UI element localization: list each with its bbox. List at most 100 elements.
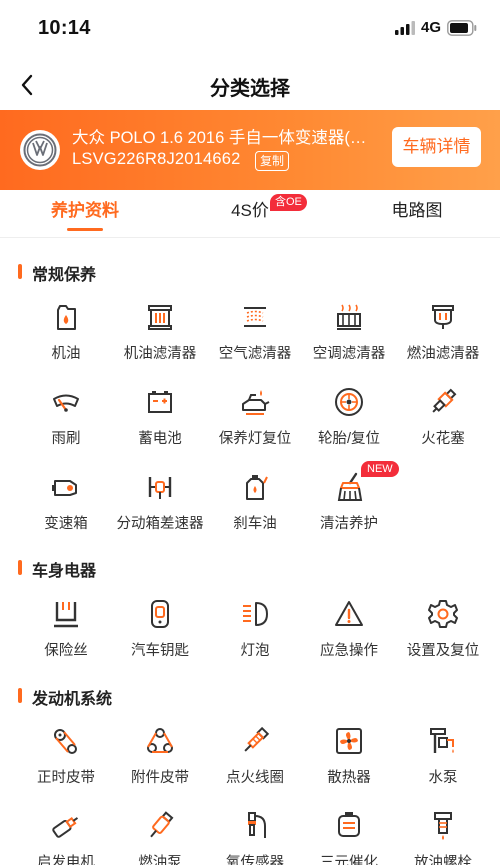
grid-item-label: 刹车油: [233, 516, 277, 532]
grid-item-oil-filter[interactable]: 机油滤清器: [110, 301, 210, 373]
grid-item-brake-fluid[interactable]: 刹车油: [205, 471, 305, 543]
grid-item-label: 汽车钥匙: [131, 643, 189, 659]
grid-item-bulb[interactable]: 灯泡: [205, 598, 305, 670]
grid-item-label: 氧传感器: [226, 855, 284, 865]
oxygen-sensor-icon: [248, 812, 266, 838]
oil-filter-icon: [148, 305, 172, 330]
tab-bar: 养护资料 4S价 电路图: [0, 190, 500, 238]
grid-item-differential[interactable]: 分动箱差速器: [110, 471, 210, 543]
tab-active-indicator: [67, 228, 103, 231]
catalytic-converter-icon: [338, 812, 360, 837]
wiper-icon: [53, 394, 79, 412]
grid-item-label: 灯泡: [240, 643, 270, 659]
grid-item-spark-plug[interactable]: 火花塞: [393, 386, 493, 458]
grid-item-radiator[interactable]: 散热器: [299, 725, 399, 797]
grid-item-air-filter[interactable]: 空气滤清器: [205, 301, 305, 373]
timing-belt-icon: [54, 729, 77, 754]
grid-item-gearbox[interactable]: 变速箱: [16, 471, 116, 543]
headlight-icon: [243, 602, 268, 626]
grid-item-car-key[interactable]: 汽车钥匙: [110, 598, 210, 670]
page-title: 分类选择: [210, 78, 290, 100]
grid-item-label: 保险丝: [44, 643, 88, 659]
network-type: 4G: [421, 19, 442, 36]
grid-item-fuel-filter[interactable]: 燃油滤清器: [393, 301, 493, 373]
drain-plug-icon: [434, 812, 452, 840]
differential-icon: [148, 477, 172, 499]
grid-item-fuse[interactable]: 保险丝: [16, 598, 116, 670]
ac-filter-icon: [337, 304, 361, 330]
grid-item-label: 正时皮带: [37, 770, 95, 786]
grid-item-tire[interactable]: 轮胎/复位: [299, 386, 399, 458]
settings-gear-icon: [428, 600, 458, 628]
grid-item-label: 空气滤清器: [218, 346, 292, 362]
grid-item-label: 保养灯复位: [218, 431, 292, 447]
grid-item-label: 机油: [51, 346, 81, 362]
grid-item-label: 散热器: [327, 770, 371, 786]
battery-icon: [148, 391, 172, 413]
water-pump-icon: [430, 728, 454, 753]
vw-logo: [20, 130, 60, 170]
fuel-filter-icon: [432, 305, 454, 329]
grid-item-settings[interactable]: 设置及复位: [393, 598, 493, 670]
copy-vin-button[interactable]: 复制: [255, 151, 290, 171]
grid-item-water-pump[interactable]: 水泵: [393, 725, 493, 797]
warning-icon: [335, 601, 363, 626]
grid-item-label: 附件皮带: [131, 770, 189, 786]
battery-icon: [447, 20, 477, 36]
vehicle-detail-button[interactable]: 车辆详情: [392, 127, 481, 167]
grid-item-label: 燃油滤清器: [406, 346, 480, 362]
grid-item-wiper[interactable]: 雨刷: [16, 386, 116, 458]
accessory-belt-icon: [147, 728, 173, 753]
status-time: 10:14: [38, 17, 91, 39]
ignition-coil-icon: [244, 726, 270, 752]
grid-item-engine-oil[interactable]: 机油: [16, 301, 116, 373]
grid-item-timing-belt[interactable]: 正时皮带: [16, 725, 116, 797]
tire-icon: [335, 388, 363, 416]
oe-badge: 含OE: [270, 194, 307, 211]
new-badge: NEW: [361, 461, 399, 477]
grid-item-drain-plug[interactable]: 放油螺栓: [393, 810, 493, 865]
status-bar: 10:14 4G: [0, 0, 500, 60]
brake-fluid-icon: [246, 475, 268, 500]
grid-item-accessory-belt[interactable]: 附件皮带: [110, 725, 210, 797]
grid-item-service-light[interactable]: 保养灯复位: [205, 386, 305, 458]
grid-item-fuel-pump[interactable]: 燃油泵: [110, 810, 210, 865]
nav-bar: 分类选择: [0, 60, 500, 110]
vw-logo-icon: [23, 133, 57, 167]
fuel-pump-icon: [150, 811, 174, 838]
grid-item-oxygen-sensor[interactable]: 氧传感器: [205, 810, 305, 865]
vin-number: LSVG226R8J2014662: [72, 150, 241, 168]
grid-item-label: 轮胎/复位: [317, 431, 381, 447]
spark-plug-icon: [432, 388, 457, 413]
tab-circuit-diagram[interactable]: 电路图: [372, 190, 462, 238]
starter-motor-icon: [52, 816, 79, 838]
fuse-icon: [54, 602, 78, 628]
air-filter-icon: [244, 307, 266, 327]
vehicle-name: 大众 POLO 1.6 2016 手自一体变速器(…: [72, 129, 367, 147]
grid-item-label: 机油滤清器: [123, 346, 197, 362]
grid-item-battery[interactable]: 蓄电池: [110, 386, 210, 458]
engine-oil-icon: [57, 305, 76, 330]
grid-item-starter[interactable]: 启发电机: [16, 810, 116, 865]
radiator-fan-icon: [336, 728, 362, 754]
grid-item-label: 清洁养护: [320, 516, 378, 532]
grid-item-ignition-coil[interactable]: 点火线圈: [205, 725, 305, 797]
section-title-maintenance: 常规保养: [18, 261, 96, 285]
grid-item-label: 燃油泵: [138, 855, 182, 865]
grid-item-label: 空调滤清器: [312, 346, 386, 362]
gearbox-icon: [52, 480, 77, 496]
grid-item-label: 启发电机: [37, 855, 95, 865]
grid-item-label: 水泵: [428, 770, 458, 786]
grid-item-cleaning[interactable]: 清洁养护: [299, 471, 399, 543]
grid-item-catalytic[interactable]: 三元催化: [299, 810, 399, 865]
grid-item-label: 变速箱: [44, 516, 88, 532]
grid-item-ac-filter[interactable]: 空调滤清器: [299, 301, 399, 373]
grid-item-label: 放油螺栓: [414, 855, 472, 865]
grid-item-label: 雨刷: [51, 431, 81, 447]
grid-item-label: 点火线圈: [226, 770, 284, 786]
grid-item-label: 设置及复位: [406, 643, 480, 659]
grid-item-emergency[interactable]: 应急操作: [299, 598, 399, 670]
signal-strength-icon: [395, 21, 415, 35]
grid-item-label: 分动箱差速器: [116, 516, 204, 532]
grid-item-label: 应急操作: [320, 643, 378, 659]
